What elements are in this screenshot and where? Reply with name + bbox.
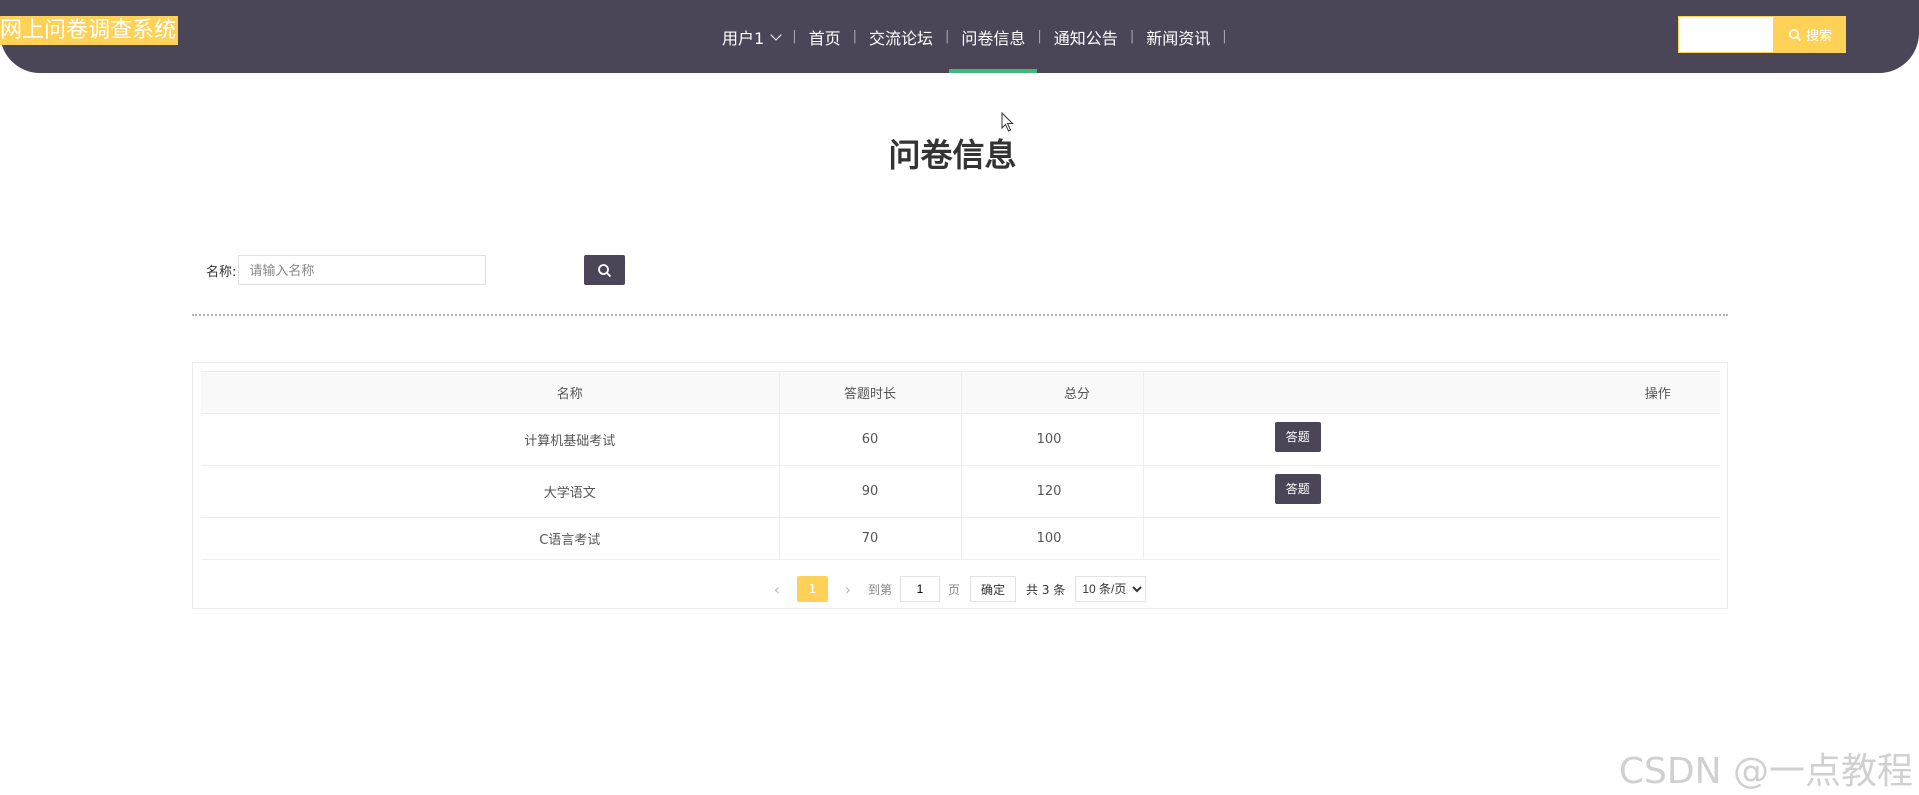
goto-confirm-button[interactable]: 确定 [970, 576, 1017, 602]
search-icon [598, 263, 612, 277]
goto-page-input[interactable] [900, 576, 941, 602]
header-search-button[interactable]: 搜索 [1774, 16, 1846, 53]
nav-item-user[interactable]: 用户1 [710, 0, 792, 73]
header-search: 搜索 [1678, 16, 1846, 53]
cell-score: 100 [960, 517, 1143, 560]
chevron-down-icon [770, 28, 782, 41]
nav-item-label: 问卷信息 [961, 28, 1026, 48]
nav-item-label: 新闻资讯 [1146, 28, 1211, 48]
prev-page-icon[interactable]: ‹ [771, 580, 783, 599]
cell-score: 120 [960, 465, 1143, 518]
nav-item-forum[interactable]: 交流论坛 [857, 0, 945, 73]
column-header-duration: 答题时长 [778, 371, 961, 414]
header-search-input[interactable] [1678, 16, 1774, 53]
column-header-name: 名称 [201, 371, 779, 414]
column-header-score: 总分 [960, 371, 1143, 414]
main-nav: 用户1 | 首页 | 交流论坛 | 问卷信息 | 通知公告 | 新闻资讯 | [710, 0, 1227, 73]
nav-item-label: 用户1 [722, 28, 765, 48]
name-search-input[interactable] [238, 255, 487, 285]
table-row: 计算机基础考试 60 100 答题 [201, 413, 1720, 466]
filter-bar: 名称: [206, 255, 487, 285]
search-icon [1788, 28, 1802, 41]
questionnaire-table-panel: 名称 答题时长 总分 操作 计算机基础考试 60 100 答题 大学语文 90 … [192, 362, 1728, 609]
total-count: 共 3 条 [1026, 582, 1066, 597]
header-search-button-label: 搜索 [1805, 29, 1832, 44]
table-row: C语言考试 70 100 [201, 517, 1720, 560]
page-number-current[interactable]: 1 [797, 576, 828, 602]
nav-item-news[interactable]: 新闻资讯 [1134, 0, 1222, 73]
nav-item-label: 通知公告 [1053, 28, 1118, 48]
cell-action: 答题 [1142, 465, 1720, 518]
dotted-divider [192, 314, 1728, 316]
cell-action: 答题 [1142, 413, 1720, 466]
watermark: CSDN @一点教程 [1618, 751, 1913, 792]
site-logo[interactable]: 网上问卷调查系统 [0, 16, 179, 45]
nav-item-home[interactable]: 首页 [797, 0, 853, 73]
column-header-action: 操作 [1142, 371, 1720, 414]
table-row: 大学语文 90 120 答题 [201, 465, 1720, 518]
page-unit-label: 页 [948, 582, 961, 597]
nav-item-label: 首页 [808, 28, 841, 48]
nav-item-label: 交流论坛 [868, 28, 933, 48]
cell-duration: 90 [778, 465, 961, 518]
answer-button[interactable]: 答题 [1274, 421, 1321, 452]
filter-name-label: 名称: [206, 264, 237, 280]
goto-label: 到第 [868, 582, 893, 597]
nav-item-questionnaire[interactable]: 问卷信息 [949, 0, 1038, 73]
page-size-select[interactable]: 10 条/页 [1075, 576, 1147, 602]
nav-separator: | [1222, 29, 1227, 44]
cell-name: C语言考试 [201, 517, 779, 560]
answer-button[interactable]: 答题 [1274, 473, 1321, 504]
next-page-icon[interactable]: › [842, 580, 854, 599]
cell-action [1142, 517, 1720, 560]
nav-item-notice[interactable]: 通知公告 [1042, 0, 1130, 73]
cell-duration: 70 [778, 517, 961, 560]
page-title: 问卷信息 [888, 136, 1017, 174]
pagination: ‹ 1 › 到第 页 确定 共 3 条 10 条/页 [771, 576, 1147, 602]
cell-name: 大学语文 [201, 465, 779, 518]
cell-score: 100 [960, 413, 1143, 466]
questionnaire-table: 名称 答题时长 总分 操作 计算机基础考试 60 100 答题 大学语文 90 … [201, 371, 1720, 560]
filter-search-button[interactable] [584, 255, 625, 285]
top-navbar: 网上问卷调查系统 用户1 | 首页 | 交流论坛 | 问卷信息 | 通知公告 |… [0, 0, 1919, 73]
cell-name: 计算机基础考试 [201, 413, 779, 466]
mouse-cursor-icon [1001, 112, 1014, 132]
cell-duration: 60 [778, 413, 961, 466]
table-header-row: 名称 答题时长 总分 操作 [201, 371, 1720, 414]
